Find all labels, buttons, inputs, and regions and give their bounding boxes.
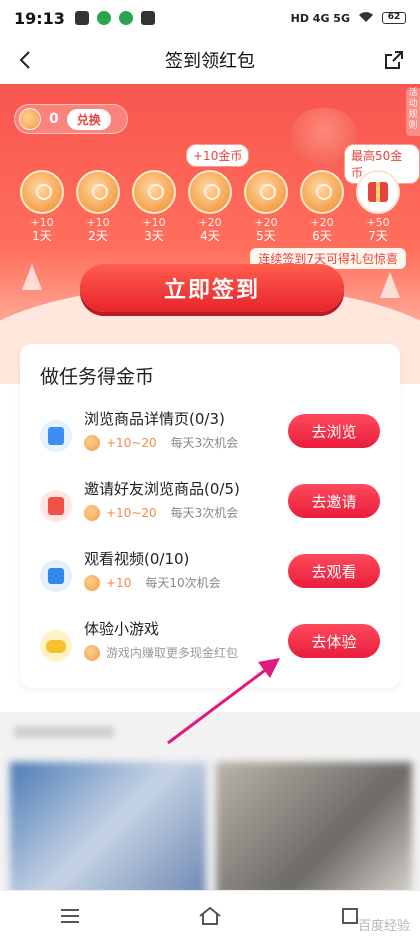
go-invite-button[interactable]: 去邀请 (288, 484, 380, 518)
feed-card[interactable] (10, 762, 206, 896)
battery-icon: 62 (382, 12, 406, 24)
coin-icon (84, 504, 100, 521)
wifi-icon (358, 11, 374, 26)
day-item: +10 3天 (130, 170, 178, 243)
task-name: 浏览商品详情页(0/3) (84, 410, 225, 428)
day-item: +20 5天 (242, 170, 290, 243)
feed-card[interactable] (216, 762, 412, 896)
task-limit: 每天3次机会 (170, 506, 239, 520)
browse-icon (40, 420, 72, 452)
task-reward: +10~20 (106, 505, 157, 520)
day-item: +10 2天 (74, 170, 122, 243)
tree-decoration (380, 272, 400, 298)
day-bonus: +10 (142, 216, 166, 229)
task-row-video: 观看视频(0/10) +10 每天10次机会 去观看 (20, 546, 400, 616)
network-indicator: HD 4G 5G (290, 11, 350, 25)
status-notification-icons (74, 11, 155, 25)
go-play-button[interactable]: 去体验 (288, 624, 380, 658)
game-icon (40, 630, 72, 662)
day-coin-icon (20, 170, 64, 214)
status-time: 19:13 (14, 8, 65, 28)
home-icon[interactable] (197, 903, 223, 929)
task-limit: 每天10次机会 (145, 576, 221, 590)
day-coin-icon (244, 170, 288, 214)
status-right: HD 4G 5G 62 (291, 11, 406, 26)
task-reward: 游戏内赚取更多现金红包 (106, 646, 239, 660)
task-reward-line: 游戏内赚取更多现金红包 (84, 644, 238, 661)
coin-icon (19, 108, 41, 130)
invite-icon (40, 490, 72, 522)
task-name: 观看视频(0/10) (84, 550, 190, 568)
day-bonus: +10 (30, 216, 54, 229)
task-name: 体验小游戏 (84, 620, 160, 638)
bonus-callout: +10金币 (186, 144, 250, 167)
day-coin-icon (132, 170, 176, 214)
watermark: 百度经验 (357, 919, 410, 934)
day-streak-row: +10 1天 +10 2天 +10 3天 +20 4天 +20 5天 +20 6… (18, 170, 402, 243)
mail-icon (140, 11, 155, 25)
task-limit: 每天3次机会 (170, 436, 239, 450)
app-notification-icon (118, 11, 133, 25)
coin-icon (84, 644, 100, 661)
go-browse-button[interactable]: 去浏览 (288, 414, 380, 448)
task-name: 邀请好友浏览商品(0/5) (84, 480, 240, 498)
day-coin-icon (300, 170, 344, 214)
nav-bar: 签到领红包 (0, 36, 420, 84)
task-card: 做任务得金币 浏览商品详情页(0/3) +10~20 每天3次机会 去浏览 邀请… (20, 344, 400, 688)
gift-box-icon (356, 170, 400, 214)
video-icon (40, 560, 72, 592)
day-bonus: +20 (310, 216, 334, 229)
tree-decoration (22, 264, 42, 290)
task-reward-line: +10~20 每天3次机会 (84, 434, 238, 451)
coin-count: 0 (49, 111, 59, 127)
task-row-game: 体验小游戏 游戏内赚取更多现金红包 去体验 (20, 616, 400, 686)
share-icon[interactable] (382, 48, 406, 72)
task-reward-line: +10~20 每天3次机会 (84, 504, 238, 521)
day-label: 4天 (200, 229, 220, 243)
task-reward-line: +10 每天10次机会 (84, 574, 221, 591)
day-item: +20 6天 (298, 170, 346, 243)
app-notification-icon (96, 11, 111, 25)
day-label: 7天 (368, 229, 388, 243)
day-coin-icon (76, 170, 120, 214)
notification-icon (74, 11, 89, 25)
day-label: 3天 (144, 229, 164, 243)
signin-hero: 0 兑换 活动规则 +10金币 最高50金币 +10 1天 +10 2天 +10… (0, 84, 420, 384)
coin-icon (84, 574, 100, 591)
coin-icon (84, 434, 100, 451)
task-row-browse: 浏览商品详情页(0/3) +10~20 每天3次机会 去浏览 (20, 406, 400, 476)
status-bar: 19:13 HD 4G 5G 62 (0, 0, 420, 36)
rules-tab[interactable]: 活动规则 (406, 88, 420, 136)
product-feed (0, 712, 420, 896)
exchange-button[interactable]: 兑换 (66, 108, 111, 130)
day-item: +10 1天 (18, 170, 66, 243)
back-arrow-icon[interactable] (14, 48, 38, 72)
task-section-title: 做任务得金币 (40, 366, 155, 388)
task-reward: +10~20 (106, 435, 157, 450)
coin-balance: 0 兑换 (14, 104, 128, 134)
day-label: 5天 (256, 229, 276, 243)
day-bonus: +20 (198, 216, 222, 229)
day-bonus: +20 (254, 216, 278, 229)
day-label: 1天 (32, 229, 52, 243)
day-item: +50 7天 (354, 170, 402, 243)
feed-heading-blurred (14, 726, 114, 738)
page-title: 签到领红包 (165, 51, 255, 72)
day-label: 6天 (312, 229, 332, 243)
day-label: 2天 (88, 229, 108, 243)
task-reward: +10 (106, 575, 132, 590)
signin-button[interactable]: 立即签到 (80, 264, 344, 312)
go-watch-button[interactable]: 去观看 (288, 554, 380, 588)
day-bonus: +50 (366, 216, 390, 229)
day-coin-icon (188, 170, 232, 214)
day-item: +20 4天 (186, 170, 234, 243)
menu-icon[interactable] (57, 903, 83, 929)
task-row-invite: 邀请好友浏览商品(0/5) +10~20 每天3次机会 去邀请 (20, 476, 400, 546)
day-bonus: +10 (86, 216, 110, 229)
